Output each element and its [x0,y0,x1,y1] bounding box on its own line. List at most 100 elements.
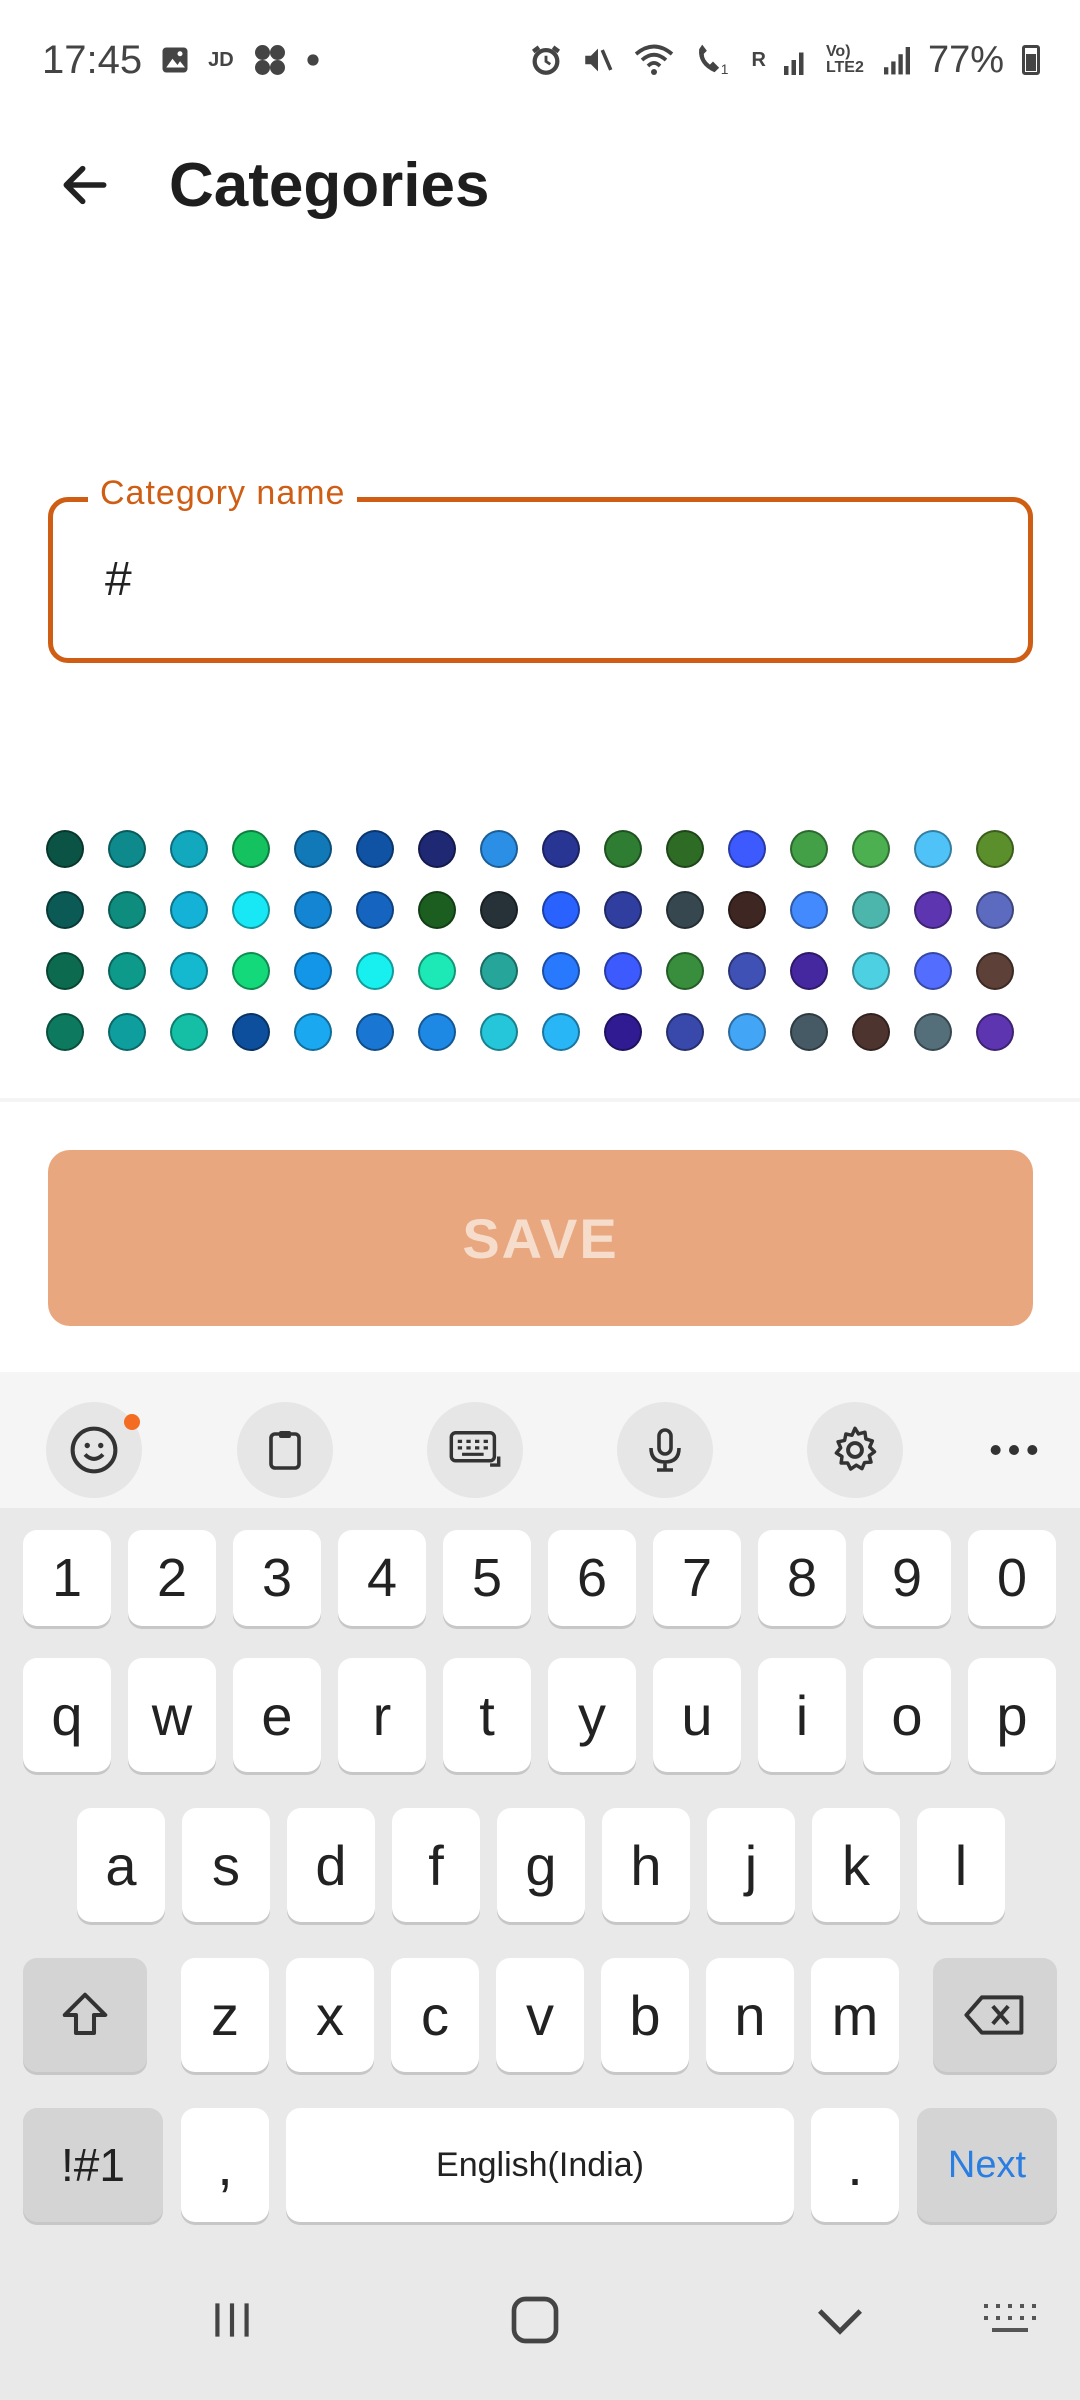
color-swatch[interactable] [170,830,208,868]
comma-key[interactable]: , [181,2108,269,2222]
symbols-key[interactable]: !#1 [23,2108,163,2222]
key-f[interactable]: f [392,1808,480,1922]
key-5[interactable]: 5 [443,1530,531,1626]
key-0[interactable]: 0 [968,1530,1056,1626]
key-q[interactable]: q [23,1658,111,1772]
key-8[interactable]: 8 [758,1530,846,1626]
color-swatch[interactable] [294,830,332,868]
color-swatch[interactable] [480,952,518,990]
color-swatch[interactable] [728,830,766,868]
color-swatch[interactable] [232,952,270,990]
color-swatch[interactable] [728,1013,766,1051]
color-swatch[interactable] [852,891,890,929]
keyboard-settings-button[interactable] [807,1402,903,1498]
color-swatch[interactable] [976,952,1014,990]
color-swatch[interactable] [46,891,84,929]
color-swatch[interactable] [790,891,828,929]
color-swatch[interactable] [914,830,952,868]
color-swatch[interactable] [604,1013,642,1051]
color-swatch[interactable] [976,830,1014,868]
category-name-field[interactable]: Category name # [48,474,1033,663]
key-w[interactable]: w [128,1658,216,1772]
color-swatch[interactable] [728,952,766,990]
color-swatch[interactable] [852,1013,890,1051]
color-swatch[interactable] [542,830,580,868]
color-swatch[interactable] [294,891,332,929]
color-swatch[interactable] [976,1013,1014,1051]
back-button[interactable] [35,135,135,235]
key-t[interactable]: t [443,1658,531,1772]
color-swatch[interactable] [418,891,456,929]
color-swatch[interactable] [170,952,208,990]
key-1[interactable]: 1 [23,1530,111,1626]
color-swatch[interactable] [232,1013,270,1051]
color-swatch[interactable] [604,830,642,868]
key-x[interactable]: x [286,1958,374,2072]
key-6[interactable]: 6 [548,1530,636,1626]
color-swatch[interactable] [666,891,704,929]
color-swatch[interactable] [542,952,580,990]
color-swatch[interactable] [728,891,766,929]
key-d[interactable]: d [287,1808,375,1922]
voice-input-button[interactable] [617,1402,713,1498]
color-swatch[interactable] [46,952,84,990]
key-4[interactable]: 4 [338,1530,426,1626]
color-swatch[interactable] [852,952,890,990]
color-swatch[interactable] [108,952,146,990]
key-s[interactable]: s [182,1808,270,1922]
next-key[interactable]: Next [917,2108,1057,2222]
color-swatch[interactable] [914,1013,952,1051]
key-y[interactable]: y [548,1658,636,1772]
color-swatch[interactable] [666,1013,704,1051]
key-v[interactable]: v [496,1958,584,2072]
hide-keyboard-button[interactable] [790,2280,890,2360]
period-key[interactable]: . [811,2108,899,2222]
color-swatch[interactable] [604,952,642,990]
key-e[interactable]: e [233,1658,321,1772]
key-9[interactable]: 9 [863,1530,951,1626]
color-swatch[interactable] [790,1013,828,1051]
key-a[interactable]: a [77,1808,165,1922]
key-b[interactable]: b [601,1958,689,2072]
key-3[interactable]: 3 [233,1530,321,1626]
key-r[interactable]: r [338,1658,426,1772]
key-o[interactable]: o [863,1658,951,1772]
save-button[interactable]: SAVE [48,1150,1033,1326]
key-2[interactable]: 2 [128,1530,216,1626]
color-swatch[interactable] [418,830,456,868]
color-swatch[interactable] [480,1013,518,1051]
color-swatch[interactable] [480,891,518,929]
color-swatch[interactable] [294,952,332,990]
color-swatch[interactable] [914,952,952,990]
recent-apps-button[interactable] [182,2280,282,2360]
color-swatch[interactable] [542,1013,580,1051]
color-swatch[interactable] [46,830,84,868]
color-swatch[interactable] [790,952,828,990]
key-7[interactable]: 7 [653,1530,741,1626]
key-l[interactable]: l [917,1808,1005,1922]
color-swatch[interactable] [604,891,642,929]
color-swatch[interactable] [232,891,270,929]
space-key[interactable]: English(India) [286,2108,794,2222]
key-i[interactable]: i [758,1658,846,1772]
shift-key[interactable] [23,1958,147,2072]
key-m[interactable]: m [811,1958,899,2072]
keyboard-mode-button[interactable] [427,1402,523,1498]
key-k[interactable]: k [812,1808,900,1922]
color-swatch[interactable] [976,891,1014,929]
color-swatch[interactable] [170,891,208,929]
emoji-button[interactable] [46,1402,142,1498]
category-name-input[interactable]: # [105,552,965,607]
color-swatch[interactable] [480,830,518,868]
key-j[interactable]: j [707,1808,795,1922]
key-n[interactable]: n [706,1958,794,2072]
key-g[interactable]: g [497,1808,585,1922]
clipboard-button[interactable] [237,1402,333,1498]
key-c[interactable]: c [391,1958,479,2072]
color-swatch[interactable] [418,1013,456,1051]
color-swatch[interactable] [356,1013,394,1051]
color-swatch[interactable] [108,891,146,929]
more-options-button[interactable] [966,1402,1062,1498]
home-button[interactable] [485,2280,585,2360]
key-h[interactable]: h [602,1808,690,1922]
